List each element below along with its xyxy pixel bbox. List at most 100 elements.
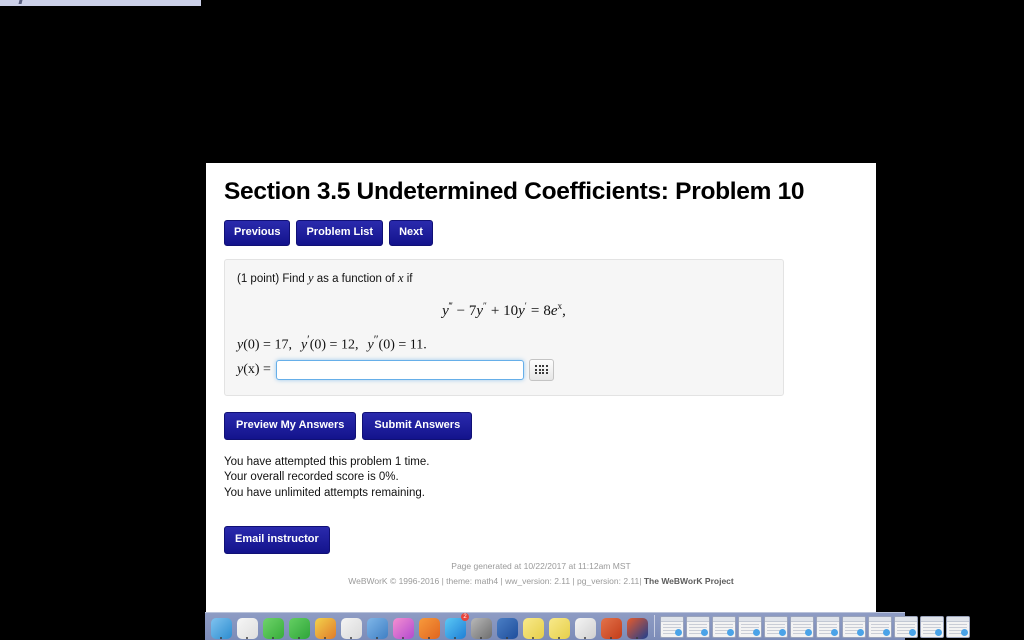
answer-label-arg: (x) =: [243, 361, 271, 377]
equation-minus-term: − 7: [456, 302, 477, 319]
condition-2-value: (0) = 12,: [309, 337, 359, 353]
webwork-project-link[interactable]: The WeBWorK Project: [644, 576, 734, 586]
dock-icon-ibooks-glyph: [418, 618, 440, 639]
dock-icon-notes[interactable]: [547, 615, 571, 639]
desktop-top-strip: [0, 0, 201, 6]
desktop-strip-mark: [18, 0, 23, 4]
dock-minimized-app-badge: [675, 629, 682, 636]
dock-icon-numbers[interactable]: [339, 615, 363, 639]
dock-minimized-window[interactable]: [660, 616, 684, 638]
equation-plus-term: + 10: [490, 302, 519, 319]
dock-minimized-window[interactable]: [894, 616, 918, 638]
dock-icon-word-glyph: [496, 618, 518, 639]
webwork-page: Section 3.5 Undetermined Coefficients: P…: [206, 163, 876, 612]
dock-minimized-window[interactable]: [764, 616, 788, 638]
dock-icon-app-store-badge: 2: [461, 613, 469, 621]
dock-icon-powerpoint[interactable]: [599, 615, 623, 639]
dock-icon-stickies[interactable]: [521, 615, 545, 639]
footer-credits-text: WeBWorK © 1996-2016 | theme: math4 | ww_…: [348, 575, 642, 586]
dock-minimized-app-badge: [805, 629, 812, 636]
dock-minimized-app-badge: [753, 629, 760, 636]
dock-icon-stickies-glyph: [522, 618, 544, 639]
dock-minimized-window[interactable]: [712, 616, 736, 638]
status-messages: You have attempted this problem 1 time. …: [224, 455, 858, 502]
dock-minimized-app-badge: [909, 629, 916, 636]
condition-3-value: (0) = 11.: [378, 337, 427, 353]
email-instructor-button[interactable]: Email instructor: [224, 526, 330, 555]
dock-minimized-window[interactable]: [842, 616, 866, 638]
dock-running-indicator: [480, 637, 482, 639]
answer-label: y(x) =: [237, 362, 271, 378]
answer-input[interactable]: [275, 359, 524, 380]
dock-minimized-window[interactable]: [686, 616, 710, 638]
keypad-dots: [535, 365, 548, 375]
dock-minimized-window[interactable]: [790, 616, 814, 638]
status-attempts: You have attempted this problem 1 time.: [224, 455, 430, 468]
dock-icon-system-preferences-glyph: [470, 618, 492, 639]
equation-primes-3: ′: [524, 301, 527, 312]
initial-conditions: y(0) = 17, y′(0) = 12, y″(0) = 11.: [237, 333, 771, 354]
dock-icon-matlab[interactable]: [625, 615, 649, 639]
dock-minimized-window[interactable]: [946, 616, 970, 638]
dock-icon-itunes[interactable]: [391, 615, 415, 639]
dock-icon-presentation[interactable]: [365, 615, 389, 639]
dock-separator: [654, 615, 655, 637]
differential-equation: y‴ − 7y″ + 10y′ = 8ex,: [237, 301, 771, 320]
dock-icon-word[interactable]: [495, 615, 519, 639]
equation-y3: y: [518, 302, 525, 319]
dock-minimized-app-badge: [857, 629, 864, 636]
dock-icon-facetime[interactable]: [287, 615, 311, 639]
answer-row: y(x) =: [237, 358, 771, 381]
condition-1-value: (0) = 17,: [243, 337, 292, 353]
dock-minimized-app-badge: [831, 629, 838, 636]
dock-running-indicator: [532, 637, 534, 639]
dock-icon-keynote-glyph: [314, 618, 336, 639]
dock-running-indicator: [636, 637, 638, 639]
problem-prompt: (1 point) Find y as a function of x if: [237, 270, 771, 288]
dock-running-indicator: [324, 637, 326, 639]
dock-running-indicator: [376, 637, 378, 639]
dock-running-indicator: [272, 637, 274, 639]
previous-button[interactable]: Previous: [224, 220, 291, 247]
dock-minimized-app-badge: [961, 629, 968, 636]
problem-points-text: (1 point) Find: [237, 273, 305, 286]
prompt-variable-x: x: [397, 271, 404, 286]
dock-icon-system-preferences[interactable]: [469, 615, 493, 639]
dock-running-indicator: [246, 637, 248, 639]
footer-generated-text: Page generated at 10/22/2017 at 11:12am …: [451, 561, 631, 572]
macos-dock[interactable]: 2: [205, 612, 970, 640]
dock-minimized-window[interactable]: [816, 616, 840, 638]
dock-icon-ibooks[interactable]: [417, 615, 441, 639]
dock-icon-app-store[interactable]: 2: [443, 613, 469, 639]
email-instructor-row: Email instructor: [224, 526, 858, 555]
dock-icon-finder[interactable]: [209, 615, 233, 639]
dock-icon-messages[interactable]: [261, 615, 285, 639]
dock-icon-app-store-glyph: [444, 618, 466, 639]
equation-trailing-comma: ,: [562, 302, 566, 319]
dock-minimized-app-badge: [883, 629, 890, 636]
dock-icon-presentation-glyph: [366, 618, 388, 639]
keypad-grid-icon[interactable]: [528, 358, 554, 381]
dock-running-indicator: [428, 637, 430, 639]
dock-running-indicator: [558, 637, 560, 639]
status-remaining: You have unlimited attempts remaining.: [224, 486, 425, 499]
dock-icon-messages-glyph: [262, 618, 284, 639]
dock-icon-notes-glyph: [548, 618, 570, 639]
dock-running-indicator: [610, 637, 612, 639]
dock-running-indicator: [584, 637, 586, 639]
problem-list-button[interactable]: Problem List: [296, 220, 384, 247]
dock-running-indicator: [506, 637, 508, 639]
dock-icon-chrome-glyph: [574, 618, 596, 639]
dock-icon-chrome[interactable]: [573, 615, 597, 639]
dock-minimized-window[interactable]: [868, 616, 892, 638]
dock-icon-keynote[interactable]: [313, 615, 337, 639]
dock-minimized-window[interactable]: [920, 616, 944, 638]
prompt-end-text: if: [406, 273, 413, 286]
preview-my-answers-button[interactable]: Preview My Answers: [224, 411, 357, 440]
submit-answers-button[interactable]: Submit Answers: [362, 411, 473, 440]
dock-running-indicator: [454, 637, 456, 639]
next-button[interactable]: Next: [389, 220, 433, 247]
dock-minimized-window[interactable]: [738, 616, 762, 638]
prompt-variable-y: y: [307, 271, 314, 286]
dock-icon-photos[interactable]: [235, 615, 259, 639]
